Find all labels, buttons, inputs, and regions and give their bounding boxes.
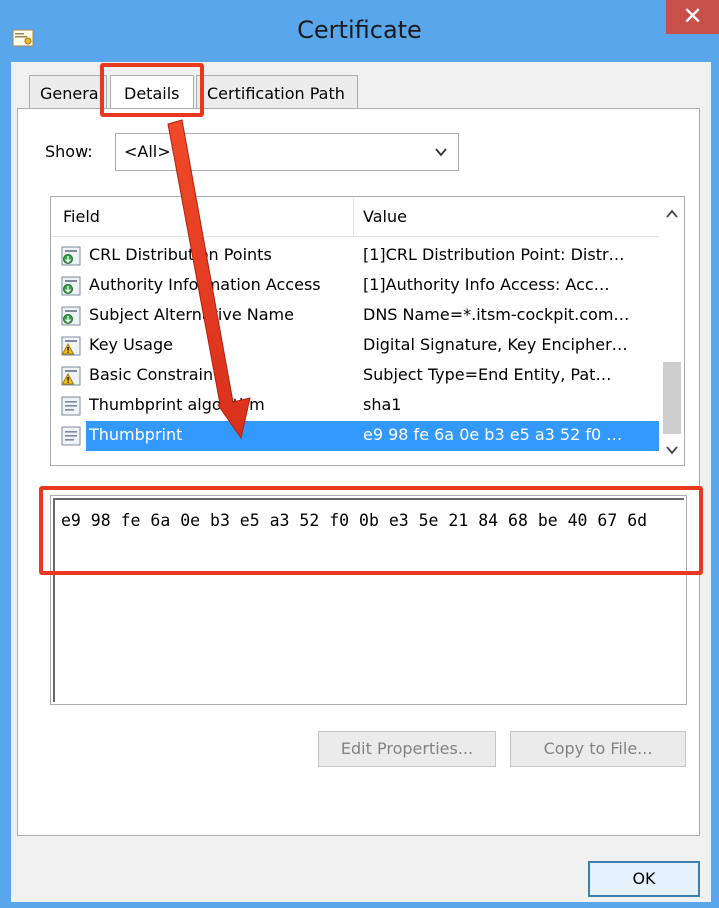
annotation-arrow bbox=[167, 119, 251, 440]
certificate-window: Certificate ✕ General Certification Path… bbox=[0, 0, 719, 908]
